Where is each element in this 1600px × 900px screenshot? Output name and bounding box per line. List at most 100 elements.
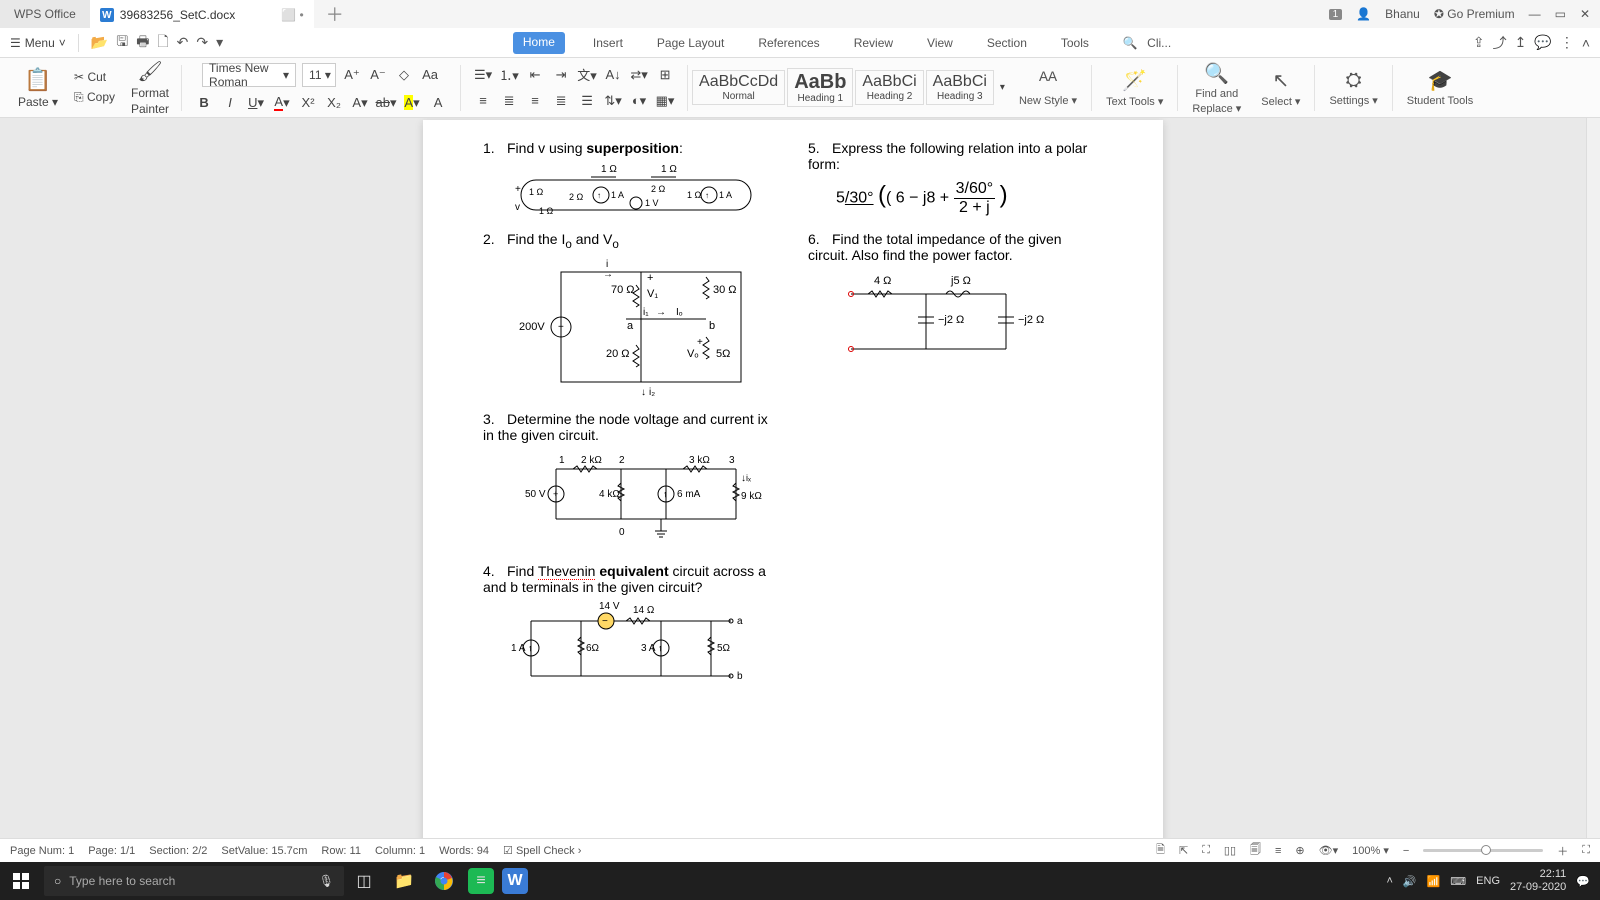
- mic-icon[interactable]: 🎙: [319, 874, 334, 888]
- menu-button[interactable]: ☰ Menu ˅: [10, 36, 66, 50]
- tabs-icon[interactable]: ⇄▾: [629, 65, 649, 85]
- export-icon[interactable]: ↥: [1515, 34, 1527, 51]
- view-icon-3[interactable]: ⛶: [1202, 844, 1210, 857]
- lang-indicator[interactable]: ENG: [1476, 875, 1500, 887]
- texttools-button[interactable]: 🪄 Text Tools ▾: [1096, 68, 1173, 108]
- page[interactable]: 1.Find v using superposition: 1 Ω1 Ω 1 Ω…: [423, 120, 1163, 862]
- font-size-select[interactable]: 11 ▾: [302, 63, 336, 87]
- select-button[interactable]: ↖ Select ▾: [1251, 68, 1310, 108]
- tab-layout[interactable]: Page Layout: [651, 32, 730, 54]
- borders-icon[interactable]: ▦▾: [655, 91, 675, 111]
- vertical-scrollbar[interactable]: [1586, 118, 1600, 862]
- window-close-icon[interactable]: ✕: [1580, 7, 1590, 21]
- styles-gallery[interactable]: AaBbCcDdNormal AaBbHeading 1 AaBbCiHeadi…: [692, 68, 1009, 107]
- zoom-label[interactable]: 100% ▾: [1352, 844, 1389, 857]
- view-icon-6[interactable]: ≡: [1275, 845, 1281, 857]
- save-icon[interactable]: 🖫: [116, 31, 128, 55]
- ribbon-search[interactable]: 🔍 Cli...: [1117, 32, 1183, 54]
- shrink-font-icon[interactable]: A⁻: [368, 65, 388, 85]
- strike-icon[interactable]: ab▾: [376, 93, 396, 113]
- paste-icon[interactable]: 📋: [24, 67, 51, 93]
- premium-button[interactable]: ✪ Go Premium: [1434, 7, 1515, 21]
- doc-tab[interactable]: W 39683256_SetC.docx ⬜ •: [90, 0, 314, 28]
- send-icon[interactable]: ⤴: [1493, 33, 1507, 53]
- feedback-icon[interactable]: 💬: [1534, 34, 1551, 51]
- sub-icon[interactable]: X₂: [324, 93, 344, 113]
- super-icon[interactable]: X²: [298, 93, 318, 113]
- fit-icon[interactable]: ⛶: [1582, 844, 1590, 857]
- font-name-select[interactable]: Times New Roman ▾: [202, 63, 296, 87]
- bold-icon[interactable]: B: [194, 93, 214, 113]
- wps-icon[interactable]: W: [502, 868, 528, 894]
- change-case-icon[interactable]: Aa: [420, 65, 440, 85]
- shading-icon[interactable]: ◐▾: [629, 91, 649, 111]
- view-icon-4[interactable]: ▯▯: [1224, 844, 1236, 857]
- tab-view[interactable]: View: [921, 32, 959, 54]
- student-tools-button[interactable]: 🎓 Student Tools: [1397, 68, 1483, 107]
- view-icon-1[interactable]: 🗎: [1156, 841, 1165, 860]
- tab-insert[interactable]: Insert: [587, 32, 629, 54]
- tab-section[interactable]: Section: [981, 32, 1033, 54]
- cut-button[interactable]: ✂ Cut: [74, 70, 106, 84]
- show-marks-icon[interactable]: ⊞: [655, 65, 675, 85]
- add-tab-button[interactable]: ＋: [326, 1, 344, 27]
- redo-icon[interactable]: ↷: [196, 34, 208, 51]
- wifi-icon[interactable]: 📶: [1427, 875, 1441, 888]
- dist-icon[interactable]: ☰: [577, 91, 597, 111]
- highlight-icon[interactable]: A▾: [402, 93, 422, 113]
- more-icon[interactable]: ⋮: [1560, 34, 1574, 51]
- preview-icon[interactable]: 🗋: [157, 31, 168, 55]
- tab-home[interactable]: Home: [513, 32, 565, 54]
- view-icon-8[interactable]: 👁▾: [1319, 844, 1339, 857]
- align-center-icon[interactable]: ≣: [499, 91, 519, 111]
- find-replace-button[interactable]: 🔍 Find andReplace ▾: [1182, 61, 1251, 115]
- collapse-icon[interactable]: ˄: [1582, 35, 1590, 51]
- tab-references[interactable]: References: [752, 32, 825, 54]
- notifications-icon[interactable]: 💬: [1576, 875, 1590, 888]
- window-min-icon[interactable]: —: [1529, 7, 1541, 21]
- clock[interactable]: 22:1127-09-2020: [1510, 868, 1566, 894]
- view-icon-2[interactable]: ⇱: [1179, 844, 1188, 857]
- keyboard-icon[interactable]: ⌨: [1450, 875, 1466, 888]
- inc-indent-icon[interactable]: ⇥: [551, 65, 571, 85]
- text-dir-icon[interactable]: 文▾: [577, 65, 597, 85]
- taskbar-search[interactable]: ○ Type here to search 🎙: [44, 866, 344, 896]
- taskview-icon[interactable]: ◫: [348, 865, 380, 897]
- bullets-icon[interactable]: ☰▾: [473, 65, 493, 85]
- dec-indent-icon[interactable]: ⇤: [525, 65, 545, 85]
- notif-badge[interactable]: 1: [1329, 9, 1343, 20]
- paste-label[interactable]: Paste ▾: [18, 95, 58, 109]
- undo-icon[interactable]: ↶: [177, 34, 189, 51]
- format-painter[interactable]: 🖌 Format Painter: [123, 59, 177, 116]
- spellcheck-button[interactable]: ☑ Spell Check ›: [503, 844, 581, 857]
- tab-tools[interactable]: Tools: [1055, 32, 1095, 54]
- settings-button[interactable]: ⛭ Settings ▾: [1319, 69, 1387, 107]
- underline-icon[interactable]: U▾: [246, 93, 266, 113]
- view-icon-5[interactable]: 🗐: [1250, 841, 1261, 860]
- grow-font-icon[interactable]: A⁺: [342, 65, 362, 85]
- copy-button[interactable]: ⎘ Copy: [74, 90, 115, 105]
- char-border-icon[interactable]: A: [428, 93, 448, 113]
- align-right-icon[interactable]: ≡: [525, 91, 545, 111]
- volume-icon[interactable]: 🔊: [1403, 875, 1417, 888]
- share-icon[interactable]: ⇪: [1473, 34, 1485, 51]
- linespacing-icon[interactable]: ⇅▾: [603, 91, 623, 111]
- spotify-icon[interactable]: ≡: [468, 868, 494, 894]
- window-max-icon[interactable]: ▭: [1555, 7, 1566, 21]
- explorer-icon[interactable]: 📁: [388, 865, 420, 897]
- view-icon-7[interactable]: ⊕: [1295, 844, 1304, 857]
- open-icon[interactable]: 📂: [91, 34, 108, 51]
- italic-icon[interactable]: I: [220, 93, 240, 113]
- justify-icon[interactable]: ≣: [551, 91, 571, 111]
- fontcolor-icon[interactable]: A▾: [272, 93, 292, 113]
- zoom-out-icon[interactable]: −: [1403, 845, 1409, 857]
- print-icon[interactable]: 🖶: [136, 31, 149, 55]
- char-shading-icon[interactable]: A▾: [350, 93, 370, 113]
- chrome-icon[interactable]: [428, 865, 460, 897]
- status-words[interactable]: Words: 94: [439, 845, 489, 857]
- zoom-slider[interactable]: [1423, 849, 1543, 852]
- tab-review[interactable]: Review: [848, 32, 899, 54]
- new-style-button[interactable]: ᴬᴬ New Style ▾: [1009, 69, 1087, 107]
- tray-expand-icon[interactable]: ˄: [1386, 875, 1392, 887]
- qat-more-icon[interactable]: ▾: [216, 34, 223, 51]
